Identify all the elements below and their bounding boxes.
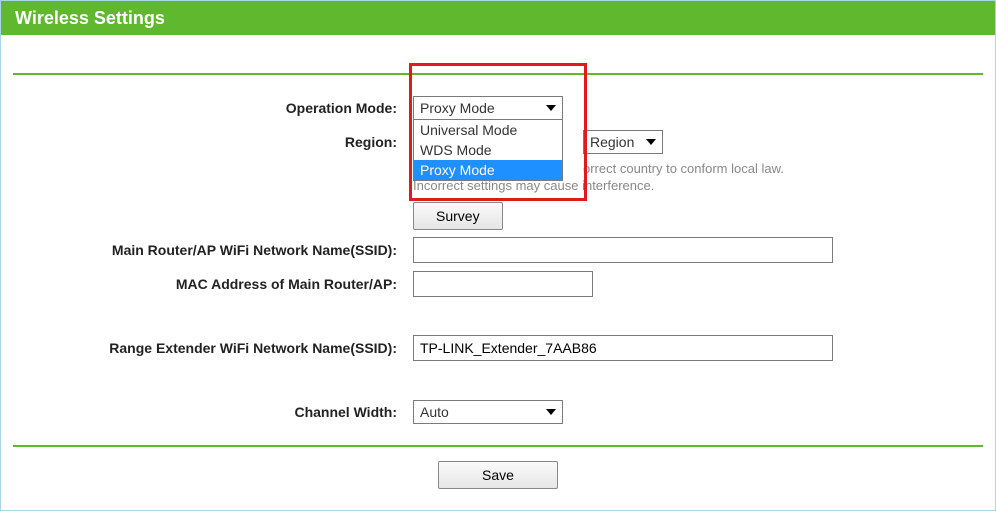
label-region: Region:	[13, 134, 413, 150]
row-save: Save	[13, 461, 983, 489]
label-operation-mode: Operation Mode:	[13, 100, 413, 116]
save-button[interactable]: Save	[438, 461, 558, 489]
main-ssid-input[interactable]	[413, 237, 833, 263]
page-title: Wireless Settings	[15, 8, 165, 29]
region-select[interactable]: Region	[583, 130, 663, 154]
label-extender-ssid: Range Extender WiFi Network Name(SSID):	[13, 340, 413, 356]
operation-mode-selected-text: Proxy Mode	[420, 100, 495, 116]
channel-width-selected-text: Auto	[420, 404, 449, 420]
operation-mode-dropdown[interactable]: Proxy Mode Universal Mode WDS Mode Proxy…	[413, 96, 563, 120]
divider-bottom	[13, 445, 983, 447]
operation-mode-select[interactable]: Proxy Mode	[413, 96, 563, 120]
channel-width-select[interactable]: Auto	[413, 400, 563, 424]
region-selected-text: Region	[590, 134, 634, 150]
option-proxy-mode[interactable]: Proxy Mode	[414, 160, 562, 180]
operation-mode-options-list: Universal Mode WDS Mode Proxy Mode	[413, 120, 563, 181]
row-main-mac: MAC Address of Main Router/AP:	[13, 269, 983, 299]
content-area: Operation Mode: Proxy Mode Universal Mod…	[1, 35, 995, 489]
row-extender-ssid: Range Extender WiFi Network Name(SSID):	[13, 333, 983, 363]
survey-button[interactable]: Survey	[413, 202, 503, 230]
row-channel-width: Channel Width: Auto	[13, 397, 983, 427]
label-channel-width: Channel Width:	[13, 404, 413, 420]
divider-top	[13, 73, 983, 75]
chevron-down-icon	[546, 409, 556, 415]
chevron-down-icon	[546, 105, 556, 111]
row-survey: Survey	[13, 201, 983, 231]
option-universal-mode[interactable]: Universal Mode	[414, 120, 562, 140]
main-mac-input[interactable]	[413, 271, 593, 297]
row-main-ssid: Main Router/AP WiFi Network Name(SSID):	[13, 235, 983, 265]
chevron-down-icon	[646, 139, 656, 145]
row-operation-mode: Operation Mode: Proxy Mode Universal Mod…	[13, 93, 983, 123]
label-main-mac: MAC Address of Main Router/AP:	[13, 276, 413, 292]
page-header: Wireless Settings	[1, 1, 995, 35]
label-main-ssid: Main Router/AP WiFi Network Name(SSID):	[13, 242, 413, 258]
option-wds-mode[interactable]: WDS Mode	[414, 140, 562, 160]
extender-ssid-input[interactable]	[413, 335, 833, 361]
